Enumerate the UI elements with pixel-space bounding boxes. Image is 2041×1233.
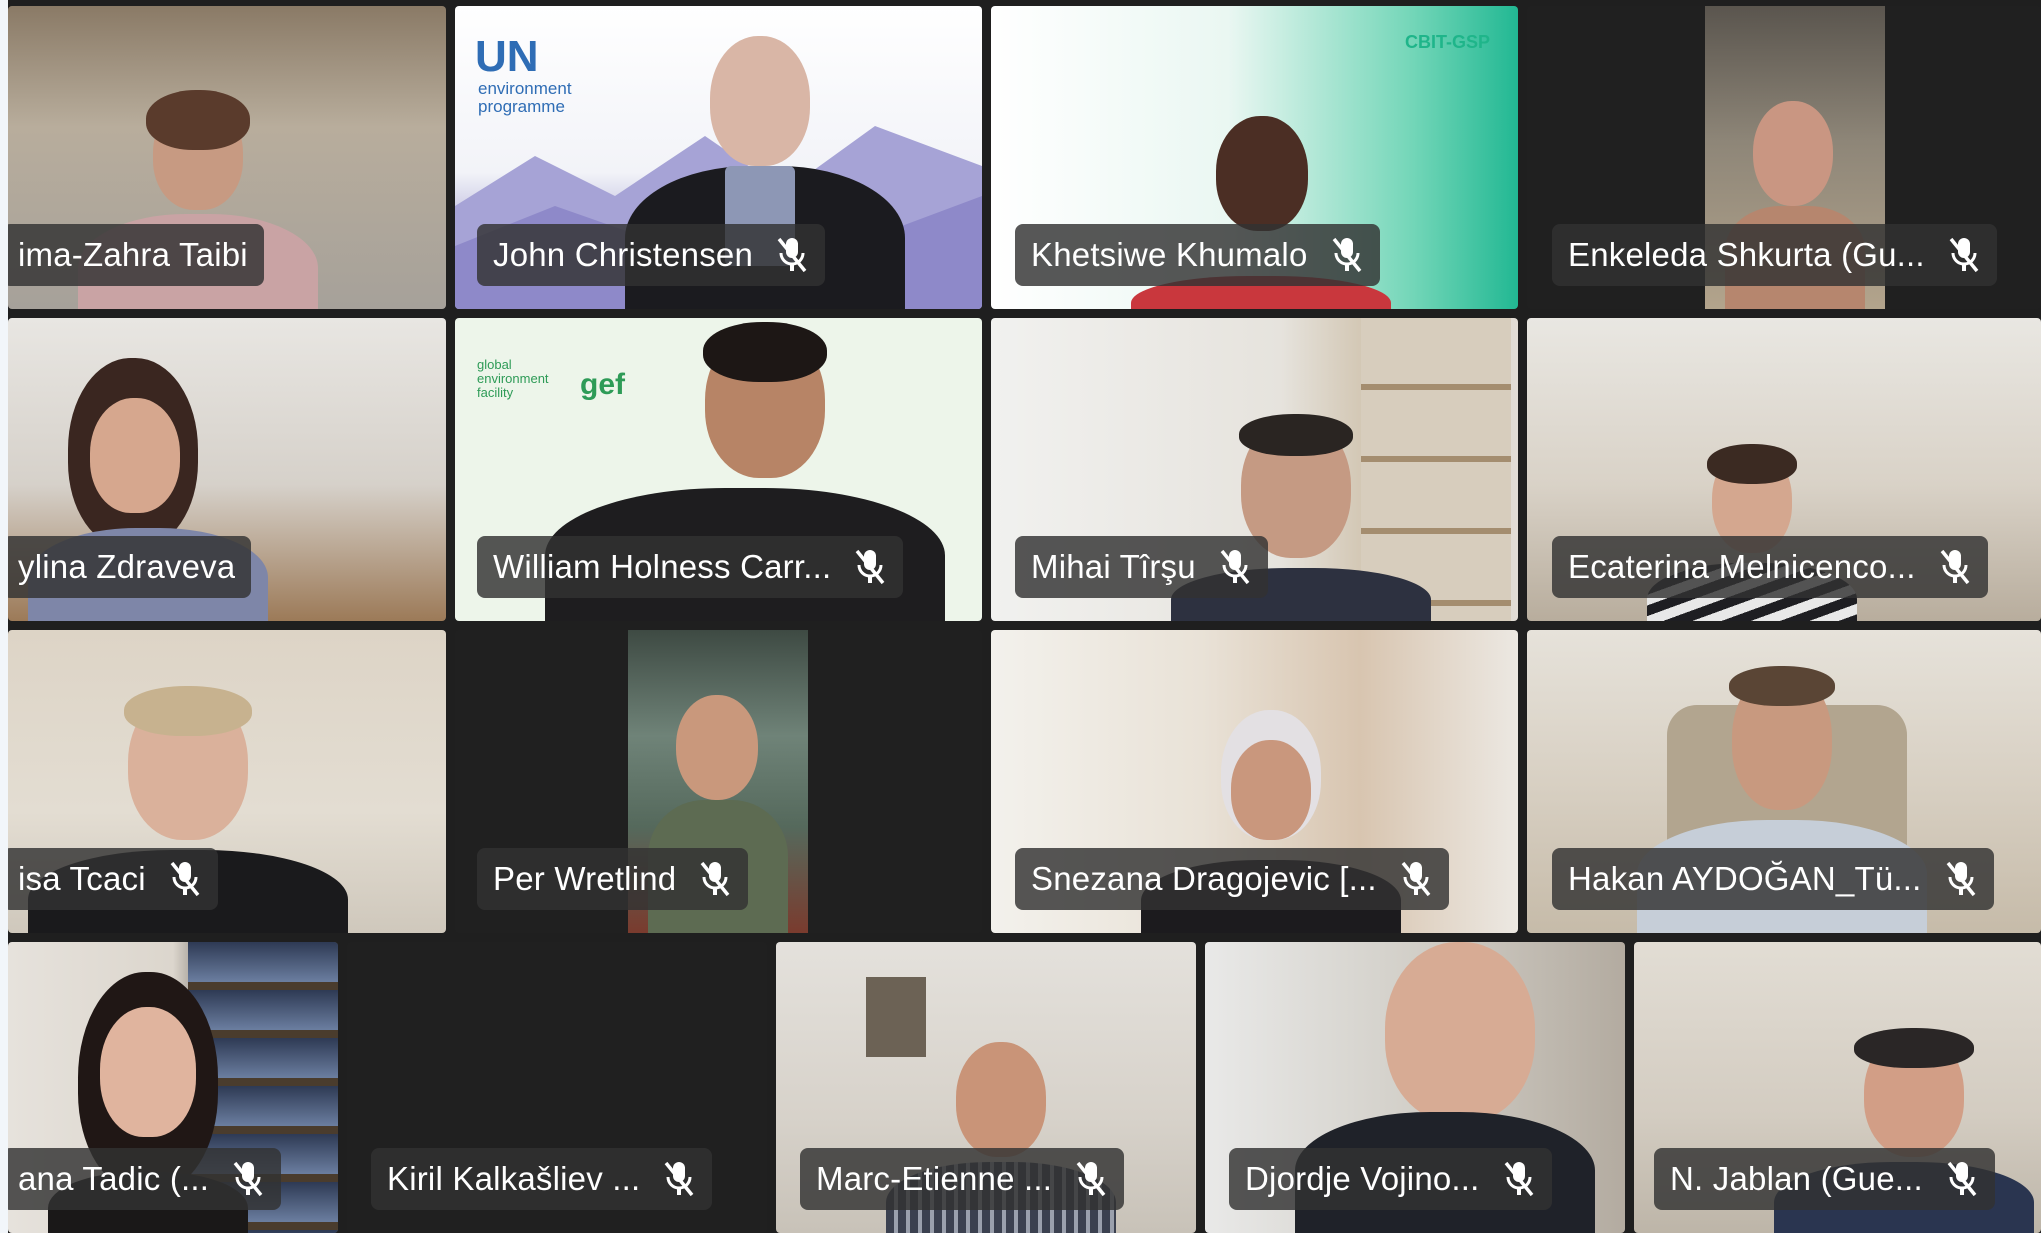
video-call-grid: ima-Zahra Taibi UN environment programme… (0, 0, 2041, 1233)
participant-name-tag: Per Wretlind (477, 848, 749, 910)
participant-name-tag: Khetsiwe Khumalo (1015, 224, 1380, 286)
participant-name: Djordje Vojino... (1245, 1160, 1480, 1197)
participant-name-tag: Snezana Dragojevic [... (1015, 848, 1449, 910)
participant-name: Mihai Tîrşu (1031, 548, 1196, 585)
participant-name: Hakan AYDOĞAN_Tü... (1568, 860, 1922, 897)
microphone-off-icon (855, 549, 885, 585)
participant-name: William Holness Carr... (493, 548, 832, 585)
microphone-off-icon (1946, 861, 1975, 897)
participant-tile[interactable]: ima-Zahra Taibi (8, 6, 446, 309)
participant-tile[interactable]: CBIT-GSP Khetsiwe Khumalo (991, 6, 1518, 309)
participant-tile[interactable]: Djordje Vojino... (1205, 942, 1625, 1233)
participant-name-tag: isa Tcaci (8, 848, 218, 910)
participant-name-tag: ylina Zdraveva (8, 536, 252, 598)
participant-name-tag: John Christensen (477, 224, 826, 286)
participant-name: ana Tadic (... (18, 1160, 210, 1197)
participant-name-tag: ima-Zahra Taibi (8, 224, 264, 286)
participant-name-tag: Djordje Vojino... (1229, 1148, 1552, 1210)
participant-tile[interactable]: isa Tcaci (8, 630, 446, 933)
participant-tile[interactable]: UN environment programme John Christense… (455, 6, 982, 309)
microphone-off-icon (233, 1161, 263, 1197)
participant-name: Enkeleda Shkurta (Gu... (1568, 236, 1925, 273)
microphone-off-icon (1332, 237, 1361, 273)
microphone-off-icon (1504, 1161, 1533, 1197)
participant-name: Snezana Dragojevic [... (1031, 860, 1377, 897)
microphone-off-icon (1220, 549, 1250, 585)
participant-tile[interactable]: Per Wretlind (455, 630, 982, 933)
participant-name: ylina Zdraveva (18, 548, 236, 585)
participant-name-tag: Mihai Tîrşu (1015, 536, 1268, 598)
un-logo-subtitle: environment programme (478, 79, 572, 116)
participant-name-tag: Ecaterina Melnicenco... (1552, 536, 1988, 598)
participant-name: Marc-Etienne ... (816, 1160, 1053, 1197)
participant-tile[interactable]: Kiril Kalkašliev ... (347, 942, 767, 1233)
cbit-logo: CBIT-GSP (1404, 32, 1490, 52)
participant-name-tag: N. Jablan (Gue... (1654, 1148, 1995, 1210)
participant-name-tag: Enkeleda Shkurta (Gu... (1552, 224, 1997, 286)
participant-name: John Christensen (493, 236, 754, 273)
microphone-off-icon (1940, 549, 1969, 585)
participant-tile[interactable]: Enkeleda Shkurta (Gu... (1527, 6, 2041, 309)
microphone-off-icon (777, 237, 807, 273)
participant-name: Ecaterina Melnicenco... (1568, 548, 1916, 585)
participant-name-tag: ana Tadic (... (8, 1148, 282, 1210)
participant-name: Khetsiwe Khumalo (1031, 236, 1308, 273)
microphone-off-icon (1947, 1161, 1977, 1197)
microphone-off-icon (1949, 237, 1979, 273)
participant-tile[interactable]: N. Jablan (Gue... (1634, 942, 2041, 1233)
microphone-off-icon (665, 1161, 694, 1197)
participant-name-tag: Kiril Kalkašliev ... (371, 1148, 713, 1210)
participant-name-tag: Hakan AYDOĞAN_Tü... (1552, 848, 1994, 910)
participant-name-tag: William Holness Carr... (477, 536, 904, 598)
participant-tile[interactable]: Snezana Dragojevic [... (991, 630, 1518, 933)
participant-name: N. Jablan (Gue... (1670, 1160, 1923, 1197)
participant-tile[interactable]: ana Tadic (... (8, 942, 338, 1233)
participant-name: isa Tcaci (18, 860, 146, 897)
participant-name: Per Wretlind (493, 860, 677, 897)
un-logo: UN (475, 32, 539, 81)
participant-name: Kiril Kalkašliev ... (387, 1160, 641, 1197)
microphone-off-icon (170, 861, 200, 897)
participant-name: ima-Zahra Taibi (18, 236, 248, 273)
participant-name-tag: Marc-Etienne ... (800, 1148, 1125, 1210)
participant-tile[interactable]: Ecaterina Melnicenco... (1527, 318, 2041, 621)
participant-tile[interactable]: gef global environment facility William … (455, 318, 982, 621)
microphone-off-icon (701, 861, 730, 897)
microphone-off-icon (1076, 1161, 1106, 1197)
participant-tile[interactable]: Marc-Etienne ... (776, 942, 1196, 1233)
window-edge (0, 0, 8, 1233)
participant-tile[interactable]: ylina Zdraveva (8, 318, 446, 621)
participant-tile[interactable]: Mihai Tîrşu (991, 318, 1518, 621)
microphone-off-icon (1401, 861, 1431, 897)
participant-tile[interactable]: Hakan AYDOĞAN_Tü... (1527, 630, 2041, 933)
